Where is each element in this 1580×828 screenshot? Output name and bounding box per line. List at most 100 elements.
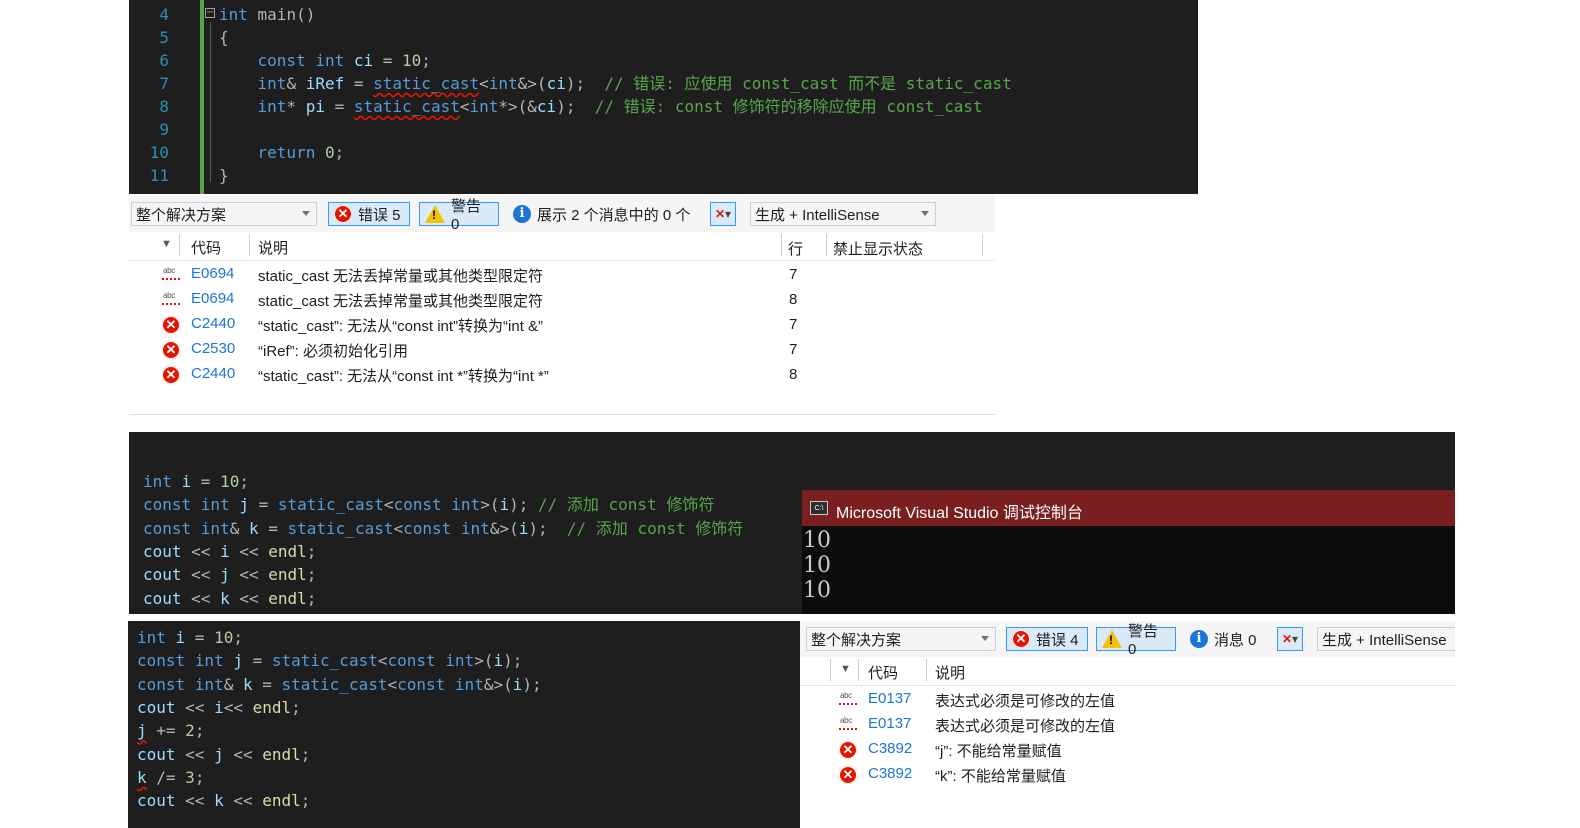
error-code-link[interactable]: C3892 — [868, 740, 912, 757]
code-line[interactable]: cout << i<< endl; — [137, 696, 301, 719]
error-row[interactable]: ✕ C3892 “j”: 不能给常量赋值 — [800, 737, 1455, 762]
error-row[interactable]: abc E0694 static_cast 无法丢掉常量或其他类型限定符 7 — [129, 262, 995, 287]
column-divider — [830, 659, 831, 681]
code-line[interactable]: cout << i << endl; — [143, 540, 316, 563]
messages-filter-button[interactable]: i 展示 2 个消息中的 0 个 — [509, 202, 707, 226]
console-title-bar[interactable]: C:\ Microsoft Visual Studio 调试控制台 — [802, 490, 1455, 526]
code-line[interactable]: { — [219, 26, 229, 49]
error-row[interactable]: ✕ C2440 “static_cast”: 无法从“const int”转换为“i… — [129, 312, 995, 337]
code-line[interactable]: int* pi = static_cast<int*>(&ci); // 错误:… — [219, 95, 983, 118]
column-divider — [826, 234, 827, 256]
code-token: ; — [300, 744, 311, 764]
code-line[interactable]: int i = 10; — [137, 626, 243, 649]
error-code-link[interactable]: E0137 — [868, 690, 911, 707]
error-row[interactable]: ✕ C2530 “iRef”: 必须初始化引用 7 — [129, 337, 995, 362]
code-line[interactable]: int main() — [219, 3, 315, 26]
code-line[interactable]: cout << k << endl; — [137, 789, 310, 812]
code-token: int — [219, 5, 248, 24]
code-token: = — [191, 472, 221, 491]
code-token: int — [143, 472, 182, 491]
code-line[interactable]: j += 2; — [137, 719, 204, 742]
top-code-editor[interactable]: − 4 int main() 5 {6 const int ci = 10; 7 int… — [129, 0, 1198, 194]
header-divider — [800, 685, 1455, 686]
code-line[interactable]: return 0; — [219, 141, 345, 164]
error-icon: ✕ — [162, 316, 180, 334]
code-line[interactable]: int& iRef = static_cast<int&>(ci); // 错误… — [219, 72, 1012, 95]
error-description: static_cast 无法丢掉常量或其他类型限定符 — [258, 268, 544, 285]
code-token: static_cast — [277, 495, 384, 515]
scope-dropdown[interactable]: 整个解决方案 — [806, 627, 996, 651]
bottom-code-editor[interactable]: int i = 10; const int j = static_cast<con… — [128, 621, 800, 828]
error-code-link[interactable]: E0694 — [191, 290, 234, 307]
error-line-number: 7 — [789, 341, 798, 358]
messages-filter-button[interactable]: i 消息 0 — [1186, 627, 1274, 651]
code-token: const int — [387, 651, 475, 671]
code-line[interactable]: const int j = static_cast<const int>(i); — [137, 649, 522, 672]
error-row[interactable]: abc E0694 static_cast 无法丢掉常量或其他类型限定符 8 — [129, 287, 995, 312]
code-token: i — [220, 541, 230, 561]
code-token: << — [181, 541, 221, 561]
column-header-code[interactable]: 代码 — [191, 237, 221, 258]
code-token: ); — [565, 74, 605, 93]
code-token: i — [493, 651, 504, 671]
error-code-link[interactable]: E0137 — [868, 715, 911, 732]
clear-filter-icon[interactable]: ✕▾ — [710, 202, 736, 226]
code-token: endl — [268, 588, 307, 608]
code-line[interactable]: int i = 10; — [143, 470, 249, 493]
code-token: return — [219, 143, 325, 162]
code-line[interactable]: cout << j << endl; — [143, 563, 316, 586]
code-line[interactable]: } — [219, 164, 229, 187]
code-token: static_cast — [271, 651, 378, 671]
error-row[interactable]: ✕ C3892 “k”: 不能给常量赋值 — [800, 762, 1455, 787]
error-table: ▼ 代码 说明 行 禁止显示状态 abc E0694 static_cast 无法丢… — [129, 232, 995, 414]
error-code-link[interactable]: C2440 — [191, 365, 235, 382]
column-header-description[interactable]: 说明 — [258, 237, 288, 258]
error-row[interactable]: ✕ C2440 “static_cast”: 无法从“const int *”转换为… — [129, 362, 995, 387]
collapse-toggle-icon[interactable]: − — [205, 8, 215, 18]
code-line[interactable]: const int ci = 10; — [219, 49, 431, 72]
error-code-link[interactable]: C2440 — [191, 315, 235, 332]
build-source-dropdown[interactable]: 生成 + IntelliSense — [1317, 627, 1455, 651]
code-token: // 添加 const 修饰符 — [566, 518, 744, 538]
code-token: cout — [137, 791, 176, 811]
column-divider — [926, 659, 927, 681]
column-header-line[interactable]: 行 — [788, 238, 803, 259]
error-code-link[interactable]: C2530 — [191, 340, 235, 357]
sort-toggle-icon[interactable]: ▼ — [161, 238, 172, 250]
column-header-description[interactable]: 说明 — [935, 662, 965, 683]
code-token: += — [146, 721, 186, 741]
column-header-suppression[interactable]: 禁止显示状态 — [833, 238, 923, 259]
row-icon-cell: ✕ — [839, 741, 857, 759]
error-icon: ✕ — [334, 205, 352, 223]
error-row[interactable]: abc E0137 表达式必须是可修改的左值 — [800, 687, 1455, 712]
column-divider — [249, 234, 250, 256]
clear-filter-icon[interactable]: ✕▾ — [1277, 627, 1303, 651]
code-line[interactable]: cout << j << endl; — [137, 743, 310, 766]
build-source-dropdown[interactable]: 生成 + IntelliSense — [750, 202, 936, 226]
code-token: endl — [262, 791, 301, 811]
code-token: << — [175, 791, 215, 811]
line-number: 10 — [149, 143, 169, 162]
code-token: cout — [137, 697, 176, 717]
code-token: << — [175, 697, 215, 717]
code-token: i — [499, 495, 510, 515]
code-line[interactable]: cout << k << endl; — [143, 587, 316, 610]
scope-dropdown[interactable]: 整个解决方案 — [131, 202, 317, 226]
error-row[interactable]: abc E0137 表达式必须是可修改的左值 — [800, 712, 1455, 737]
errors-filter-button[interactable]: ✕ 错误 5 — [328, 202, 410, 226]
warnings-filter-button[interactable]: ! 警告 0 — [419, 198, 499, 233]
code-token: // 添加 const 修饰符 — [538, 495, 715, 515]
error-code-link[interactable]: C3892 — [868, 765, 912, 782]
warnings-filter-button[interactable]: ! 警告 0 — [1096, 623, 1176, 658]
code-line[interactable]: const int j = static_cast<const int>(i);… — [143, 493, 714, 516]
errors-filter-button[interactable]: ✕ 错误 4 — [1006, 627, 1088, 651]
column-header-code[interactable]: 代码 — [868, 662, 898, 683]
code-line[interactable]: k /= 3; — [137, 766, 204, 789]
debug-console-window[interactable]: C:\ Microsoft Visual Studio 调试控制台 10 10 10 — [802, 490, 1455, 614]
code-line[interactable]: const int& k = static_cast<const int&>(i… — [143, 517, 743, 540]
code-token: const int — [219, 51, 354, 70]
code-line[interactable]: const int& k = static_cast<const int&>(i… — [137, 673, 542, 696]
sort-toggle-icon[interactable]: ▼ — [840, 663, 851, 675]
code-token: const int — [143, 495, 240, 515]
error-code-link[interactable]: E0694 — [191, 265, 234, 282]
